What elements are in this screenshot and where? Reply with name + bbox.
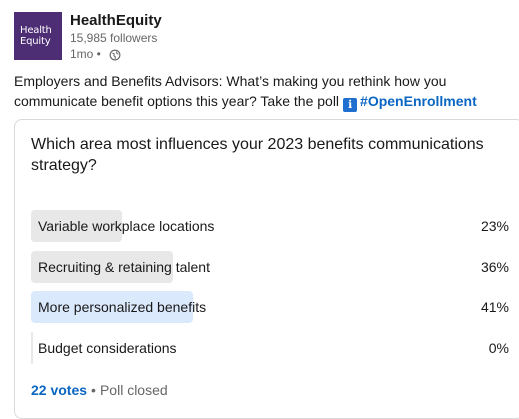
logo-line-2: Equity bbox=[20, 36, 51, 47]
post-meta: 1mo • bbox=[70, 47, 121, 62]
poll-option-label: Variable workplace locations bbox=[38, 218, 215, 234]
poll-status: Poll closed bbox=[99, 382, 168, 398]
poll-option-percent: 0% bbox=[488, 340, 509, 356]
poll-card: Which area most influences your 2023 ben… bbox=[14, 119, 519, 419]
info-icon: ℹ bbox=[343, 98, 358, 112]
poll-option-percent: 36% bbox=[480, 259, 509, 275]
company-name[interactable]: HealthEquity bbox=[70, 12, 162, 30]
poll-option: Budget considerations 0% bbox=[31, 332, 509, 364]
post-age: 1mo • bbox=[70, 47, 101, 61]
poll-option-label: Recruiting & retaining talent bbox=[38, 259, 210, 275]
poll-option-percent: 41% bbox=[480, 299, 509, 315]
logo-line-1: Health bbox=[20, 25, 52, 36]
follower-count: 15,985 followers bbox=[70, 31, 158, 45]
poll-footer: 22 votes • Poll closed bbox=[31, 382, 168, 398]
post-body: Employers and Benefits Advisors: What’s … bbox=[14, 71, 504, 112]
globe-icon bbox=[109, 49, 121, 60]
company-logo[interactable]: Health Equity bbox=[14, 12, 62, 60]
footer-separator: • bbox=[91, 382, 96, 398]
poll-option-percent: 23% bbox=[480, 218, 509, 234]
post-header: Health Equity HealthEquity 15,985 follow… bbox=[14, 12, 504, 64]
poll-option: Recruiting & retaining talent 36% bbox=[31, 251, 509, 283]
vote-count[interactable]: 22 votes bbox=[31, 382, 87, 398]
poll-option-label: More personalized benefits bbox=[38, 299, 207, 315]
poll-option-label: Budget considerations bbox=[38, 340, 177, 356]
poll-option-bar bbox=[31, 332, 33, 364]
hashtag-link[interactable]: #OpenEnrollment bbox=[360, 93, 477, 109]
poll-option: More personalized benefits 41% bbox=[31, 291, 509, 323]
poll-question: Which area most influences your 2023 ben… bbox=[31, 136, 484, 174]
poll-option: Variable workplace locations 23% bbox=[31, 210, 509, 242]
